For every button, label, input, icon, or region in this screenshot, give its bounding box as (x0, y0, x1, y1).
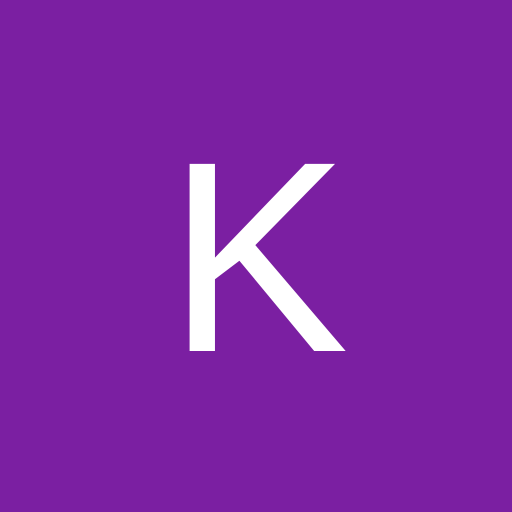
avatar-initial: K (167, 105, 349, 409)
avatar: K (0, 0, 512, 512)
